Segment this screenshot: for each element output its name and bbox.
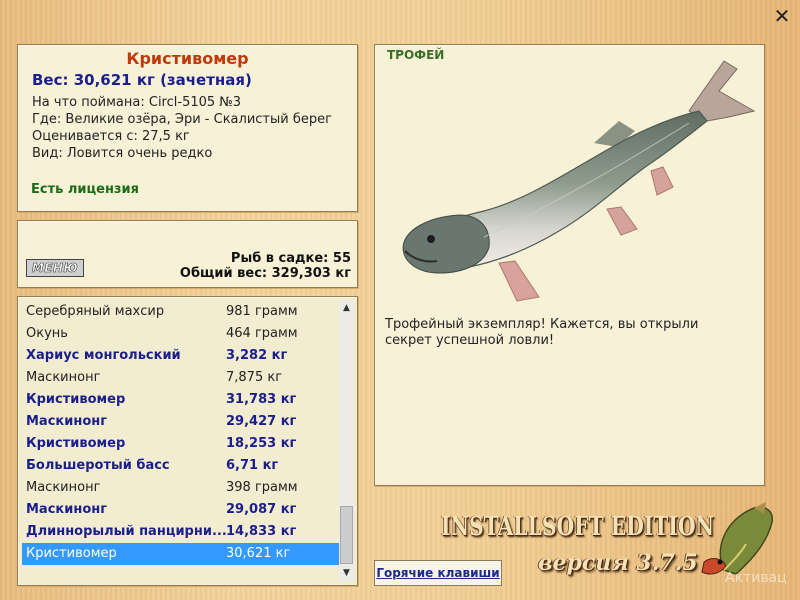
catch-fish-weight: 3,282 кг [226, 348, 288, 363]
trophy-panel: ТРОФЕЙ Трофейный экземпляр! Кажется, вы … [374, 44, 765, 486]
scroll-thumb[interactable] [340, 506, 353, 564]
activation-watermark: Активац [725, 570, 787, 586]
catch-list-item[interactable]: Маскинонг 398 грамм [22, 477, 340, 499]
catch-fish-weight: 14,833 кг [226, 524, 297, 539]
catch-fish-weight: 464 грамм [226, 326, 298, 341]
license-status: Есть лицензия [31, 182, 139, 197]
menu-button[interactable]: МЕНЮ [26, 259, 84, 277]
fish-info-panel: Кристивомер Вес: 30,621 кг (зачетная) На… [17, 44, 358, 212]
catch-list-item[interactable]: Длиннорылый панцирни... 14,833 кг [22, 521, 340, 543]
catch-fish-name: Кристивомер [26, 546, 117, 561]
catch-list[interactable]: Серебряный махсир 981 грамм Окунь 464 грамм… [22, 301, 340, 565]
catch-fish-name: Маскинонг [26, 414, 108, 429]
hotkeys-label: Горячие клавиши [376, 566, 500, 580]
scroll-down-icon[interactable]: ▼ [339, 566, 354, 581]
catch-fish-name: Длиннорылый панцирни... [26, 524, 227, 539]
catch-list-item[interactable]: Серебряный махсир 981 грамм [22, 301, 340, 323]
catch-list-item[interactable]: Кристивомер 30,621 кг [22, 543, 340, 565]
cage-fish-count: Рыб в садке: 55 [230, 251, 351, 266]
catch-list-item[interactable]: Кристивомер 18,253 кг [22, 433, 340, 455]
trophy-label: ТРОФЕЙ [387, 48, 445, 62]
catch-fish-name: Большеротый басс [26, 458, 170, 473]
catch-fish-weight: 31,783 кг [226, 392, 297, 407]
catch-fish-weight: 981 грамм [226, 304, 298, 319]
version-label: версия 3.7.5 [538, 550, 698, 576]
fish-weight: Вес: 30,621 кг (зачетная) [32, 71, 252, 89]
trophy-message: Трофейный экземпляр! Кажется, вы открыли… [385, 317, 699, 348]
catch-list-item[interactable]: Большеротый басс 6,71 кг [22, 455, 340, 477]
catch-fish-name: Серебряный махсир [26, 304, 165, 319]
catch-list-item[interactable]: Окунь 464 грамм [22, 323, 340, 345]
catch-list-item[interactable]: Маскинонг 29,427 кг [22, 411, 340, 433]
catch-list-item[interactable]: Маскинонг 29,087 кг [22, 499, 340, 521]
caught-with-text: На что поймана: Circl-5105 №3 [32, 95, 242, 110]
catch-fish-weight: 398 грамм [226, 480, 298, 495]
caught-where-text: Где: Великие озёра, Эри - Скалистый бере… [32, 112, 332, 127]
kind-text: Вид: Ловится очень редко [32, 146, 213, 161]
scrollbar[interactable]: ▲ ▼ [339, 301, 354, 581]
close-icon[interactable]: ✕ [771, 6, 793, 26]
catch-list-item[interactable]: Маскинонг 7,875 кг [22, 367, 340, 389]
catch-fish-name: Маскинонг [26, 480, 101, 495]
catch-list-item[interactable]: Кристивомер 31,783 кг [22, 389, 340, 411]
catch-fish-weight: 6,71 кг [226, 458, 279, 473]
cage-total-weight: Общий вес: 329,303 кг [179, 266, 351, 281]
catch-fish-name: Окунь [26, 326, 68, 341]
catch-fish-weight: 18,253 кг [226, 436, 297, 451]
lake-trout-image [402, 60, 756, 302]
edition-title: INSTALLSOFT EDITION [441, 512, 715, 542]
catch-fish-name: Кристивомер [26, 436, 126, 451]
catch-list-item[interactable]: Хариус монгольский 3,282 кг [22, 345, 340, 367]
catch-fish-name: Маскинонг [26, 370, 101, 385]
catch-fish-name: Хариус монгольский [26, 348, 181, 363]
catch-fish-name: Кристивомер [26, 392, 126, 407]
estimate-text: Оценивается с: 27,5 кг [32, 129, 190, 144]
catch-fish-weight: 29,087 кг [226, 502, 297, 517]
catch-fish-weight: 30,621 кг [226, 546, 291, 561]
scroll-up-icon[interactable]: ▲ [339, 301, 354, 316]
catch-fish-name: Маскинонг [26, 502, 108, 517]
catch-list-panel: Серебряный махсир 981 грамм Окунь 464 грамм… [17, 296, 358, 586]
catch-fish-weight: 29,427 кг [226, 414, 297, 429]
catch-fish-weight: 7,875 кг [226, 370, 283, 385]
fish-name: Кристивомер [126, 49, 249, 68]
cage-panel: МЕНЮ Рыб в садке: 55 Общий вес: 329,303 … [17, 220, 358, 288]
hotkeys-button[interactable]: Горячие клавиши [374, 560, 502, 586]
